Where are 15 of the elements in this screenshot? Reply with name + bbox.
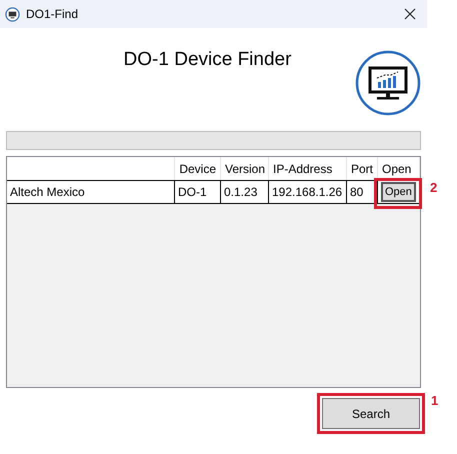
table-cell: 0.1.23 [221, 181, 269, 203]
highlight-frame [374, 178, 422, 209]
close-icon [404, 8, 416, 20]
app-heading: DO-1 Device Finder [124, 48, 292, 72]
table-cell: 192.168.1.26 [269, 181, 347, 203]
window-title: DO1-Find [26, 6, 78, 23]
monitor-icon [5, 6, 20, 22]
annotation-number: 1 [431, 392, 438, 410]
monitor-chart-icon [355, 50, 421, 116]
open-button[interactable]: Open [381, 182, 416, 202]
column-header[interactable]: Open [378, 157, 420, 180]
annotation-number: 2 [430, 179, 438, 197]
table-cell: DO-1 [175, 181, 221, 203]
table-cell: Altech Mexico [7, 181, 175, 203]
table-cell: 80 [347, 181, 378, 203]
